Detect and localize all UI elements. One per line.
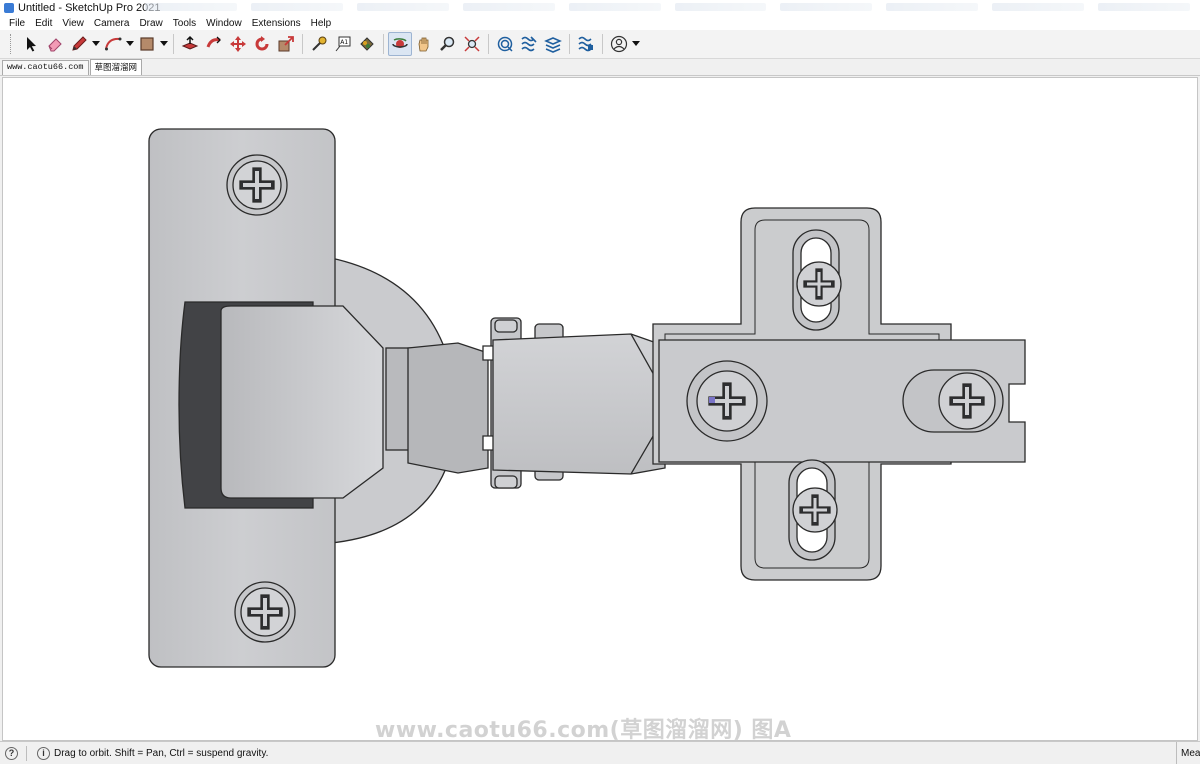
pan-icon — [418, 37, 429, 52]
measurements-box[interactable]: Measurements — [1176, 742, 1200, 764]
warehouse-icon — [497, 36, 513, 52]
toolbar-separator — [302, 34, 303, 54]
geo-location-icon[interactable]: ? — [5, 746, 18, 760]
hinge-model — [148, 128, 1026, 668]
menu-file[interactable]: File — [4, 18, 30, 29]
scale-icon — [278, 36, 294, 52]
ghost-tab — [886, 3, 979, 11]
arc-icon — [105, 37, 122, 51]
arc-dropdown[interactable] — [125, 32, 135, 56]
eraser-tool-button[interactable] — [43, 32, 67, 56]
menu-view[interactable]: View — [57, 18, 89, 29]
rotate-tool-button[interactable] — [250, 32, 274, 56]
extension-warehouse-tool-button[interactable] — [517, 32, 541, 56]
pencil-dropdown[interactable] — [91, 32, 101, 56]
orbit-tool-button[interactable] — [388, 32, 412, 56]
status-bar: ? i Drag to orbit. Shift = Pan, Ctrl = s… — [0, 741, 1200, 764]
scale-tool-button[interactable] — [274, 32, 298, 56]
account-tool-button[interactable] — [607, 32, 631, 56]
layout-tool-button[interactable] — [541, 32, 565, 56]
tape-measure-icon — [312, 36, 327, 51]
chevron-down-icon — [160, 41, 168, 46]
text-icon: A1 — [335, 36, 351, 52]
chevron-down-icon — [126, 41, 134, 46]
tape-measure-tool-button[interactable] — [307, 32, 331, 56]
ghost-tab — [250, 3, 343, 11]
ghost-tab — [780, 3, 873, 11]
status-separator — [26, 745, 27, 761]
paint-bucket-icon — [360, 37, 374, 51]
chevron-down-icon — [92, 41, 100, 46]
extension-manager-icon — [578, 36, 593, 52]
menu-draw[interactable]: Draw — [134, 18, 167, 29]
layout-icon — [544, 37, 562, 53]
follow-me-icon — [206, 36, 221, 48]
toolbar-separator — [488, 34, 489, 54]
scene-tab-caotu[interactable]: 草图溜溜网 — [89, 59, 143, 75]
arrow-icon — [27, 37, 36, 52]
main-toolbar: A1 — [0, 30, 1200, 59]
zoom-icon — [440, 36, 455, 51]
menu-camera[interactable]: Camera — [89, 18, 135, 29]
status-message: Drag to orbit. Shift = Pan, Ctrl = suspe… — [54, 747, 269, 759]
zoom-extents-tool-button[interactable] — [460, 32, 484, 56]
arc-tool-button[interactable] — [101, 32, 125, 56]
account-icon — [610, 35, 628, 53]
move-tool-button[interactable] — [226, 32, 250, 56]
chevron-down-icon — [632, 41, 640, 46]
menu-help[interactable]: Help — [306, 18, 337, 29]
toolbar-separator — [173, 34, 174, 54]
extension-warehouse-icon — [521, 36, 537, 52]
menu-window[interactable]: Window — [201, 18, 247, 29]
toolbar-separator — [602, 34, 603, 54]
window-title: Untitled - SketchUp Pro 2021 — [18, 2, 161, 14]
measurements-label: Measurements — [1181, 747, 1200, 759]
rectangle-tool-button[interactable] — [135, 32, 159, 56]
text-tool-button[interactable]: A1 — [331, 32, 355, 56]
rotate-icon — [255, 36, 269, 51]
ghost-tab — [568, 3, 661, 11]
ghost-tab — [1098, 3, 1191, 11]
ghost-tab — [462, 3, 555, 11]
follow-me-tool-button[interactable] — [202, 32, 226, 56]
move-icon — [230, 36, 246, 52]
zoom-tool-button[interactable] — [436, 32, 460, 56]
eraser-icon — [48, 38, 62, 52]
push-pull-tool-button[interactable] — [178, 32, 202, 56]
extension-manager-tool-button[interactable] — [574, 32, 598, 56]
ghost-tab — [145, 3, 237, 11]
paint-bucket-tool-button[interactable] — [355, 32, 379, 56]
info-icon[interactable]: i — [37, 746, 50, 760]
warehouse-tool-button[interactable] — [493, 32, 517, 56]
push-pull-icon — [181, 35, 199, 50]
pencil-tool-button[interactable] — [67, 32, 91, 56]
pencil-icon — [72, 36, 87, 51]
svg-text:A1: A1 — [340, 39, 348, 46]
drawing-viewport[interactable]: www.caotu66.com(草图溜溜网) 图A — [2, 77, 1198, 741]
watermark-text: www.caotu66.com(草图溜溜网) 图A — [375, 718, 792, 741]
ghost-tab — [992, 3, 1085, 11]
select-tool-button[interactable] — [19, 32, 43, 56]
sketchup-logo-icon — [4, 3, 14, 13]
account-dropdown[interactable] — [631, 32, 641, 56]
scene-tab-bar: www.caotu66.com 草图溜溜网 — [0, 59, 1200, 76]
pan-tool-button[interactable] — [412, 32, 436, 56]
menu-tools[interactable]: Tools — [168, 18, 201, 29]
menu-edit[interactable]: Edit — [30, 18, 57, 29]
toolbar-separator — [383, 34, 384, 54]
orbit-icon — [392, 38, 408, 48]
ghost-tab — [356, 3, 449, 11]
scene-tab-website[interactable]: www.caotu66.com — [2, 60, 89, 75]
rectangle-dropdown[interactable] — [159, 32, 169, 56]
rectangle-icon — [140, 37, 154, 51]
title-bar: Untitled - SketchUp Pro 2021 — [0, 0, 1200, 16]
background-browser-tabs — [145, 3, 1191, 13]
zoom-extents-icon — [464, 36, 480, 52]
toolbar-grip[interactable] — [10, 34, 13, 54]
ghost-tab — [674, 3, 767, 11]
menu-bar: File Edit View Camera Draw Tools Window … — [0, 16, 1200, 30]
toolbar-separator — [569, 34, 570, 54]
menu-extensions[interactable]: Extensions — [247, 18, 306, 29]
